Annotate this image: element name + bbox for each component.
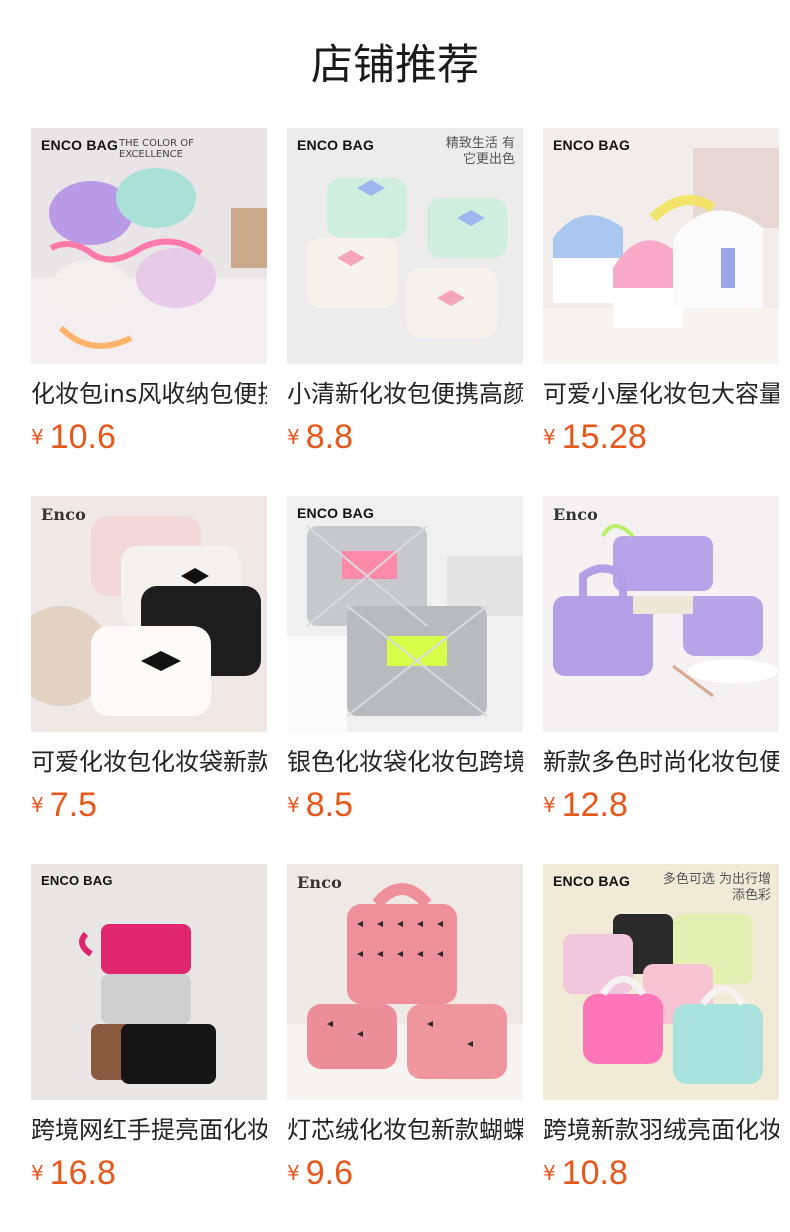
product-name[interactable]: 跨境网红手提亮面化妆包 bbox=[31, 1114, 267, 1146]
brand-label: ENCO BAG bbox=[41, 873, 113, 888]
brand-label: Enco bbox=[553, 505, 599, 524]
brand-label: Enco bbox=[297, 873, 343, 892]
promo-tag: 精致生活 有它更出色 bbox=[445, 136, 515, 167]
brand-label: ENCO BAG bbox=[553, 873, 631, 889]
price-value: 12.8 bbox=[561, 786, 628, 824]
product-name[interactable]: 可爱化妆包化妆袋新款 bbox=[31, 746, 267, 778]
product-name[interactable]: 可爱小屋化妆包大容量 bbox=[543, 378, 779, 410]
product-price: ¥16.8 bbox=[31, 1154, 116, 1194]
currency-symbol: ¥ bbox=[543, 1161, 556, 1185]
currency-symbol: ¥ bbox=[287, 425, 300, 449]
product-image[interactable]: ENCO BAG bbox=[543, 128, 779, 364]
product-name[interactable]: 跨境新款羽绒亮面化妆包 bbox=[543, 1114, 779, 1146]
product-name[interactable]: 小清新化妆包便携高颜值 bbox=[287, 378, 523, 410]
price-value: 10.8 bbox=[561, 1154, 628, 1192]
product-price: ¥7.5 bbox=[31, 786, 97, 826]
product-price: ¥12.8 bbox=[543, 786, 628, 826]
product-card[interactable]: Enco 新款多色时尚化妆包便携 ¥12.8 bbox=[543, 496, 779, 836]
brand-subtitle: THE COLOR OF EXCELLENCE bbox=[119, 138, 194, 160]
price-value: 8.8 bbox=[305, 418, 353, 456]
product-name[interactable]: 新款多色时尚化妆包便携 bbox=[543, 746, 779, 778]
currency-symbol: ¥ bbox=[287, 793, 300, 817]
product-card[interactable]: Enco 可爱化妆包化妆袋新款 ¥7.5 bbox=[31, 496, 267, 836]
product-image[interactable]: Enco bbox=[31, 496, 267, 732]
product-image[interactable]: ENCO BAG bbox=[287, 496, 523, 732]
product-name[interactable]: 银色化妆袋化妆包跨境 bbox=[287, 746, 523, 778]
product-card[interactable]: ENCO BAG 跨境网红手提亮面化妆包 ¥16.8 bbox=[31, 864, 267, 1204]
price-value: 15.28 bbox=[561, 418, 647, 456]
price-value: 9.6 bbox=[305, 1154, 353, 1192]
product-card[interactable]: Enco 灯芯绒化妆包新款蝴蝶结 ¥9.6 bbox=[287, 864, 523, 1204]
product-card[interactable]: ENCO BAG 银色化妆袋化妆包跨境 ¥8.5 bbox=[287, 496, 523, 836]
product-card[interactable]: ENCO BAG 多色可选 为出行增添色彩 跨境新款羽绒亮面化妆包 ¥10.8 bbox=[543, 864, 779, 1204]
currency-symbol: ¥ bbox=[543, 793, 556, 817]
product-price: ¥9.6 bbox=[287, 1154, 353, 1194]
page-title: 店铺推荐 bbox=[310, 40, 479, 89]
brand-label: ENCO BAG bbox=[297, 137, 375, 153]
brand-label: ENCO BAG bbox=[41, 137, 119, 153]
product-card[interactable]: ENCO BAG 精致生活 有它更出色 小清新化妆包便携高颜值 ¥8.8 bbox=[287, 128, 523, 468]
product-price: ¥8.8 bbox=[287, 418, 353, 458]
price-value: 7.5 bbox=[49, 786, 97, 824]
product-image[interactable]: ENCO BAG bbox=[31, 864, 267, 1100]
promo-tag: 多色可选 为出行增添色彩 bbox=[662, 872, 771, 903]
currency-symbol: ¥ bbox=[31, 425, 44, 449]
product-price: ¥8.5 bbox=[287, 786, 353, 826]
product-name[interactable]: 化妆包ins风收纳包便携 bbox=[31, 378, 267, 410]
product-image[interactable]: ENCO BAG 精致生活 有它更出色 bbox=[287, 128, 523, 364]
product-image[interactable]: Enco bbox=[287, 864, 523, 1100]
price-value: 8.5 bbox=[305, 786, 353, 824]
currency-symbol: ¥ bbox=[31, 793, 44, 817]
product-name[interactable]: 灯芯绒化妆包新款蝴蝶结 bbox=[287, 1114, 523, 1146]
currency-symbol: ¥ bbox=[543, 425, 556, 449]
product-price: ¥10.8 bbox=[543, 1154, 628, 1194]
product-image[interactable]: ENCO BAG 多色可选 为出行增添色彩 bbox=[543, 864, 779, 1100]
brand-label: Enco bbox=[41, 505, 87, 524]
price-value: 16.8 bbox=[49, 1154, 116, 1192]
brand-label: ENCO BAG bbox=[297, 505, 375, 521]
currency-symbol: ¥ bbox=[287, 1161, 300, 1185]
product-price: ¥15.28 bbox=[543, 418, 647, 458]
product-card[interactable]: ENCO BAG 可爱小屋化妆包大容量 ¥15.28 bbox=[543, 128, 779, 468]
price-value: 10.6 bbox=[49, 418, 116, 456]
product-image[interactable]: ENCO BAG THE COLOR OF EXCELLENCE bbox=[31, 128, 267, 364]
product-card[interactable]: ENCO BAG THE COLOR OF EXCELLENCE 化妆包ins风… bbox=[31, 128, 267, 468]
product-image[interactable]: Enco bbox=[543, 496, 779, 732]
product-price: ¥10.6 bbox=[31, 418, 116, 458]
currency-symbol: ¥ bbox=[31, 1161, 44, 1185]
brand-label: ENCO BAG bbox=[553, 137, 631, 153]
